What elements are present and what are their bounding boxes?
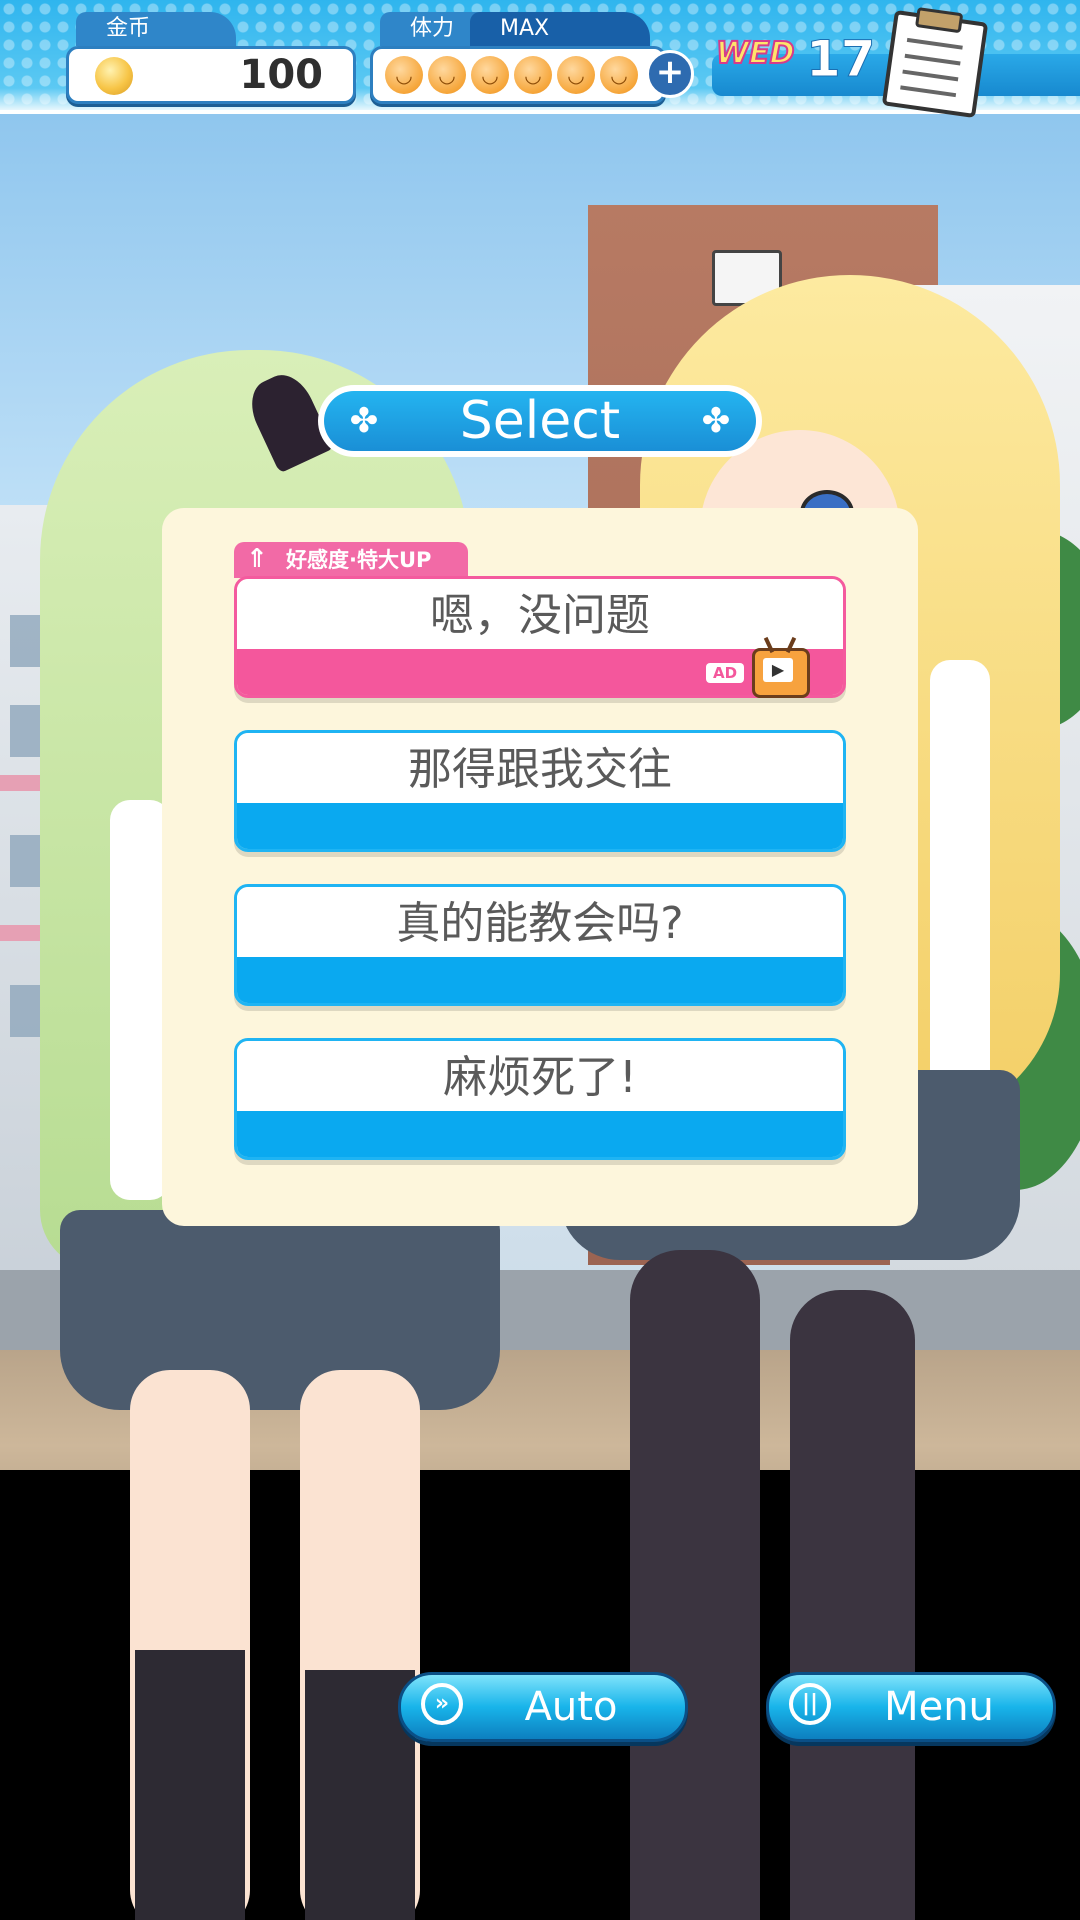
auto-label: Auto — [524, 1684, 618, 1730]
stamina-pip-icon: ◡ — [514, 56, 552, 94]
choice-label: 真的能教会吗? — [396, 898, 684, 949]
auto-button[interactable]: » Auto — [398, 1672, 688, 1742]
stamina-pip-icon: ◡ — [557, 56, 595, 94]
choice-label: 麻烦死了! — [443, 1052, 637, 1103]
stamina-meter: 体力 MAX ◡ ◡ ◡ ◡ ◡ ◡ + — [370, 12, 700, 104]
fast-forward-icon: » — [421, 1683, 463, 1725]
choice-button-4[interactable]: 麻烦死了! — [234, 1038, 846, 1160]
choice-label: 那得跟我交往 — [408, 744, 672, 795]
dialog-title: Select — [459, 391, 621, 451]
menu-label: Menu — [884, 1684, 994, 1730]
schedule-notepad-icon[interactable] — [881, 7, 989, 119]
arrow-up-icon: ⇑ — [246, 544, 268, 574]
day-number: 17 — [806, 30, 877, 89]
clover-icon: ✤ — [701, 401, 731, 441]
clover-icon: ✤ — [349, 401, 379, 441]
stamina-pip-icon: ◡ — [428, 56, 466, 94]
stamina-pip-icon: ◡ — [385, 56, 423, 94]
add-stamina-button[interactable]: + — [646, 50, 694, 98]
choice-button-2[interactable]: 那得跟我交往 — [234, 730, 846, 852]
select-header: ✤ Select ✤ — [318, 385, 762, 457]
coin-value: 100 — [239, 52, 324, 98]
choice-label: 嗯，没问题 — [430, 590, 650, 641]
coin-icon — [95, 57, 133, 95]
stamina-status: MAX — [470, 12, 650, 46]
coin-counter: 金币 100 — [66, 12, 356, 104]
top-hud: 金币 100 体力 MAX ◡ ◡ ◡ ◡ ◡ ◡ + WED 17 — [0, 0, 1080, 119]
pause-icon: || — [789, 1683, 831, 1725]
affection-bonus-tag: ⇑ 好感度·特大UP — [234, 542, 468, 578]
menu-button[interactable]: || Menu — [766, 1672, 1056, 1742]
video-ad-tv-icon: ▶ — [752, 636, 810, 698]
ad-badge: AD — [706, 663, 744, 683]
choice-button-3[interactable]: 真的能教会吗? — [234, 884, 846, 1006]
stamina-pip-icon: ◡ — [600, 56, 638, 94]
coin-label: 金币 — [76, 12, 236, 46]
weekday-label: WED — [715, 35, 795, 72]
stamina-pip-icon: ◡ — [471, 56, 509, 94]
